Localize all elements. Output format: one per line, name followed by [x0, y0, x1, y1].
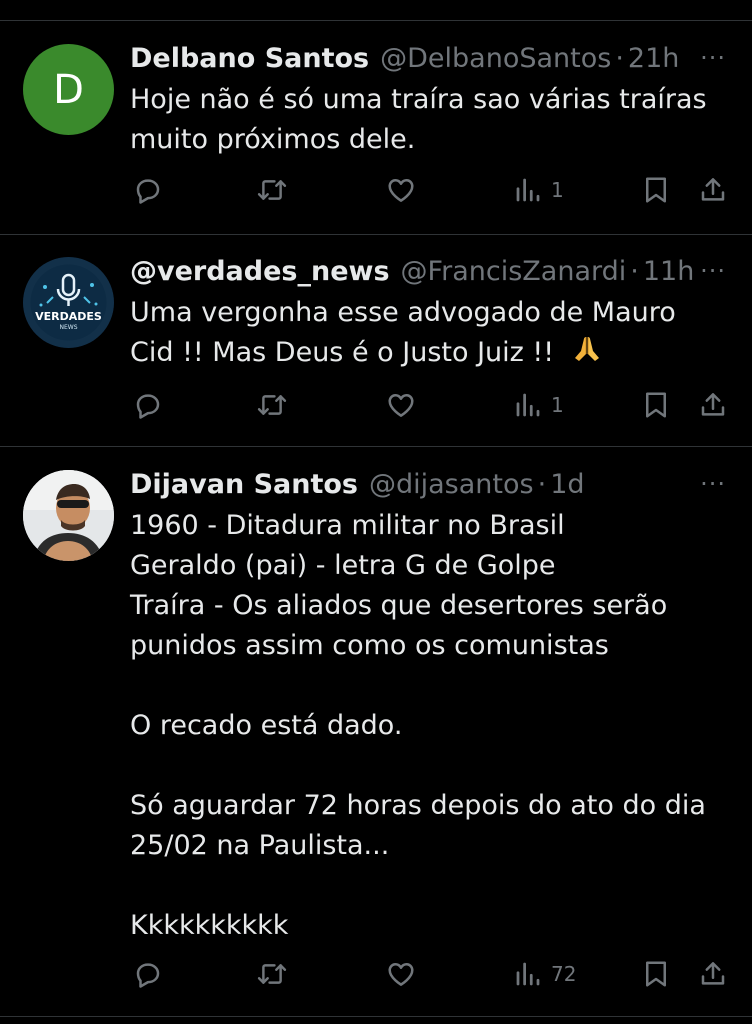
views-count: 72	[551, 962, 577, 986]
views-button[interactable]: 1	[513, 385, 564, 425]
like-icon	[388, 393, 414, 417]
bookmark-button[interactable]	[642, 170, 670, 210]
like-button[interactable]	[386, 170, 416, 210]
tweet-header: @verdades_news @FrancisZanardi · 11h	[130, 251, 732, 291]
retweet-button[interactable]	[256, 170, 288, 210]
tweet[interactable]: Dijavan Santos @dijasantos · 1d ··· 1960…	[0, 464, 752, 1004]
views-icon	[516, 962, 540, 986]
text-line: Traíra - Os aliados que desertores serão	[130, 590, 668, 621]
logo-text: VERDADES	[35, 310, 102, 323]
separator-dot: ·	[630, 255, 639, 287]
bookmark-icon	[646, 961, 666, 987]
author-handle[interactable]: @DelbanoSantos	[380, 43, 611, 74]
tweet[interactable]: D Delbano Santos @DelbanoSantos · 21h ··…	[0, 38, 752, 234]
more-options-icon[interactable]: ···	[700, 251, 726, 291]
avatar-letter: D	[53, 66, 84, 113]
separator-dot: ·	[537, 468, 547, 500]
reply-button[interactable]	[133, 385, 163, 425]
reply-icon	[136, 179, 160, 204]
tweet-header: Delbano Santos @DelbanoSantos · 21h	[130, 38, 732, 78]
share-button[interactable]	[698, 954, 728, 994]
like-icon	[388, 962, 414, 986]
divider	[0, 446, 752, 447]
author-handle[interactable]: @dijasantos	[369, 469, 534, 500]
action-bar: 72	[0, 954, 752, 994]
author-name[interactable]: Dijavan Santos	[130, 469, 358, 500]
text-line: 25/02 na Paulista...	[130, 830, 390, 861]
share-button[interactable]	[698, 385, 728, 425]
text-line: Geraldo (pai) - letra G de Golpe	[130, 550, 556, 581]
views-count: 1	[551, 393, 564, 417]
timestamp[interactable]: 11h	[643, 256, 694, 287]
text-line: Kkkkkkkkkk	[130, 910, 289, 941]
avatar[interactable]: VERDADES NEWS	[23, 257, 114, 348]
more-options-icon[interactable]: ···	[700, 464, 726, 504]
text-line: O recado está dado.	[130, 710, 403, 741]
retweet-icon	[257, 395, 287, 415]
share-button[interactable]	[698, 170, 728, 210]
share-icon	[701, 393, 725, 416]
author-handle[interactable]: @FrancisZanardi	[401, 256, 627, 287]
tweet[interactable]: VERDADES NEWS @verdades_news @FrancisZan…	[0, 251, 752, 447]
like-icon	[388, 178, 414, 202]
retweet-icon	[257, 964, 287, 984]
text-line: Hoje não é só uma traíra sao várias traí…	[130, 84, 707, 115]
text-line: Uma vergonha esse advogado de Mauro	[130, 297, 676, 328]
divider	[0, 1016, 752, 1017]
like-button[interactable]	[386, 385, 416, 425]
text-line: Só aguardar 72 horas depois do ato do di…	[130, 790, 706, 821]
divider	[0, 234, 752, 235]
more-options-icon[interactable]: ···	[700, 38, 726, 78]
avatar[interactable]	[23, 470, 114, 561]
action-bar: 1	[0, 170, 752, 210]
reply-button[interactable]	[133, 954, 163, 994]
folded-hands-emoji-icon	[571, 333, 603, 377]
profile-photo	[23, 470, 114, 561]
author-name[interactable]: @verdades_news	[130, 256, 390, 287]
bookmark-icon	[646, 177, 666, 203]
views-count: 1	[551, 178, 564, 202]
text-line: muito próximos dele.	[130, 124, 416, 155]
views-button[interactable]: 1	[513, 170, 564, 210]
views-icon	[516, 393, 540, 417]
tweet-text: 1960 - Ditadura militar no Brasil Gerald…	[130, 506, 732, 946]
like-button[interactable]	[386, 954, 416, 994]
bookmark-button[interactable]	[642, 954, 670, 994]
logo-subtext: NEWS	[59, 324, 78, 331]
bookmark-icon	[646, 392, 666, 418]
timestamp[interactable]: 1d	[550, 469, 584, 500]
share-icon	[701, 178, 725, 201]
reply-icon	[136, 394, 160, 419]
tweet-header: Dijavan Santos @dijasantos · 1d	[130, 464, 732, 504]
views-icon	[516, 178, 540, 202]
reply-icon	[136, 963, 160, 988]
reply-button[interactable]	[133, 170, 163, 210]
separator-dot: ·	[615, 42, 624, 74]
verdades-news-logo	[23, 257, 114, 348]
text-line-with-emoji: Cid !! Mas Deus é o Justo Juiz !!	[130, 333, 732, 373]
tweet-text: Uma vergonha esse advogado de Mauro Cid …	[130, 293, 732, 373]
text-line: Cid !! Mas Deus é o Justo Juiz !!	[130, 337, 555, 368]
bookmark-button[interactable]	[642, 385, 670, 425]
timestamp[interactable]: 21h	[628, 43, 679, 74]
retweet-button[interactable]	[256, 954, 288, 994]
share-icon	[701, 962, 725, 985]
text-line: 1960 - Ditadura militar no Brasil	[130, 510, 565, 541]
author-name[interactable]: Delbano Santos	[130, 43, 369, 74]
avatar[interactable]: D	[23, 44, 114, 135]
retweet-icon	[257, 180, 287, 200]
views-button[interactable]: 72	[513, 954, 576, 994]
tweet-text: Hoje não é só uma traíra sao várias traí…	[130, 80, 732, 160]
divider	[0, 20, 752, 21]
text-line: punidos assim como os comunistas	[130, 630, 609, 661]
retweet-button[interactable]	[256, 385, 288, 425]
action-bar: 1	[0, 385, 752, 425]
